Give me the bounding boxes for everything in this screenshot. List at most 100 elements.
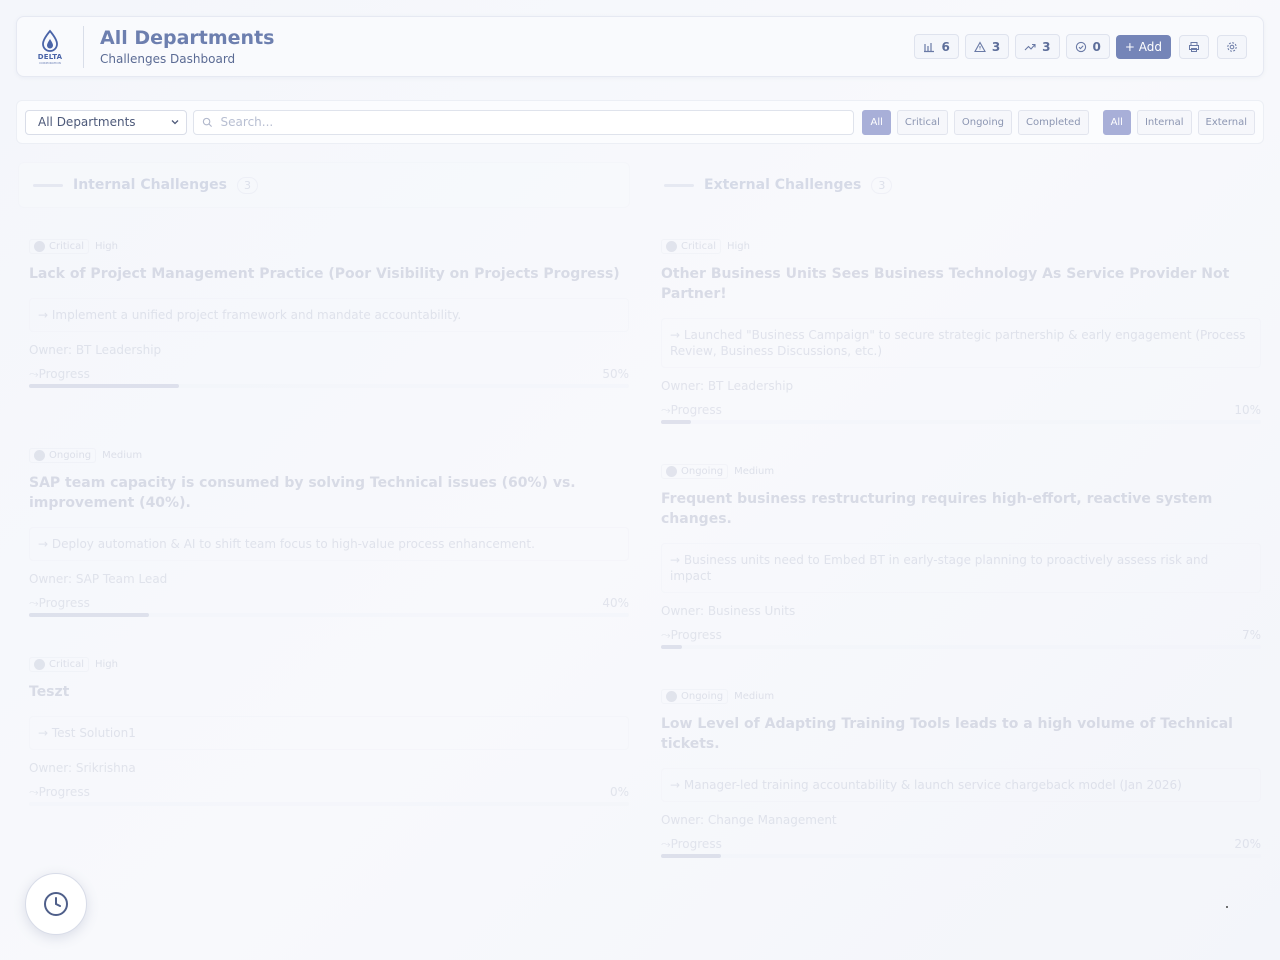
card-meta: Critical High — [29, 654, 629, 674]
card-meta: Ongoing Medium — [661, 686, 1261, 706]
column-accent-bar — [664, 183, 694, 187]
progress-value: 50% — [602, 367, 629, 381]
card-owner: Owner: Change Management — [661, 813, 837, 827]
progress-fill — [29, 384, 179, 388]
card-progress-row: ⤳Progress 20% — [661, 836, 1261, 852]
column-accent-bar — [33, 183, 63, 187]
card-meta: Critical High — [29, 236, 629, 256]
print-button[interactable] — [1179, 34, 1209, 59]
type-chip-all[interactable]: All — [1102, 109, 1131, 135]
status-dot-icon — [666, 240, 677, 252]
card-owner: Owner: Business Units — [661, 604, 796, 618]
stat-total[interactable]: 6 — [914, 34, 959, 59]
stat-total-value: 6 — [941, 39, 950, 54]
status-badge: Ongoing — [661, 688, 729, 704]
status-label: Critical — [49, 240, 84, 252]
department-select[interactable]: All Departments — [25, 109, 187, 135]
progress-value: 7% — [1241, 628, 1261, 642]
search-input[interactable]: Search... — [192, 109, 855, 135]
progress-label: ⤳Progress — [29, 785, 90, 799]
stat-ongoing[interactable]: 3 — [1015, 34, 1060, 59]
status-chip-critical[interactable]: Critical — [896, 109, 948, 135]
header-divider — [83, 25, 84, 68]
bar-chart-icon — [924, 42, 935, 52]
card-solution: → Test Solution1 — [29, 716, 629, 750]
header-actions: 6 3 3 0 + Add — [914, 34, 1247, 59]
status-label: Ongoing — [681, 690, 724, 702]
card-progress-row: ⤳Progress 50% — [29, 366, 629, 382]
cursor-dot — [1226, 906, 1228, 908]
search-icon — [202, 117, 212, 127]
progress-fill — [661, 854, 721, 858]
history-button[interactable] — [25, 873, 87, 935]
card-solution: → Launched "Business Campaign" to secure… — [661, 318, 1261, 368]
card-title: Teszt — [29, 684, 70, 700]
challenge-card[interactable]: Critical High Lack of Project Management … — [29, 236, 629, 388]
card-meta: Ongoing Medium — [661, 461, 1261, 481]
progress-track — [661, 854, 1261, 858]
progress-label: ⤳Progress — [29, 367, 90, 381]
printer-icon — [1189, 41, 1199, 52]
stat-critical[interactable]: 3 — [964, 34, 1010, 59]
progress-fill — [661, 420, 691, 424]
card-meta: Critical High — [661, 236, 1261, 256]
card-title: Lack of Project Management Practice (Poo… — [29, 266, 620, 282]
app-header: DELTA CORPORATION All Departments Challe… — [16, 16, 1264, 77]
type-chip-external[interactable]: External — [1197, 109, 1256, 135]
department-selected: All Departments — [38, 115, 136, 129]
card-progress-row: ⤳Progress 7% — [661, 627, 1261, 643]
progress-label: ⤳Progress — [661, 403, 722, 417]
check-circle-icon — [1075, 41, 1086, 52]
trending-up-icon — [1024, 43, 1036, 50]
challenge-card[interactable]: Ongoing Medium Low Level of Adapting Trai… — [661, 686, 1261, 858]
add-button[interactable]: + Add — [1115, 34, 1171, 59]
flame-icon — [42, 29, 58, 52]
external-column-header: External Challenges 3 — [650, 162, 1262, 208]
challenge-card[interactable]: Ongoing Medium Frequent business restruct… — [661, 461, 1261, 649]
challenge-card[interactable]: Critical High Teszt → Test Solution1 Owne… — [29, 654, 629, 806]
progress-value: 0% — [609, 785, 629, 799]
filter-bar: All Departments Search... All Critical O… — [16, 100, 1264, 144]
progress-label: ⤳Progress — [661, 837, 722, 851]
card-owner: Owner: SAP Team Lead — [29, 572, 168, 586]
priority-label: High — [94, 240, 118, 252]
status-chip-ongoing[interactable]: Ongoing — [953, 109, 1013, 135]
card-solution: → Manager-led training accountability & … — [661, 768, 1261, 802]
card-owner: Owner: BT Leadership — [29, 343, 162, 357]
page-title: All Departments — [100, 26, 275, 49]
progress-track — [661, 420, 1261, 424]
challenge-card[interactable]: Ongoing Medium SAP team capacity is consu… — [29, 445, 629, 617]
status-dot-icon — [34, 449, 45, 461]
progress-value: 10% — [1234, 403, 1261, 417]
card-owner: Owner: BT Leadership — [661, 379, 794, 393]
search-placeholder: Search... — [220, 115, 274, 129]
progress-fill — [29, 613, 149, 617]
clock-icon — [44, 892, 68, 916]
progress-value: 20% — [1234, 837, 1261, 851]
card-title: SAP team capacity is consumed by solving… — [29, 475, 576, 511]
logo-brand: DELTA — [37, 52, 63, 61]
alert-triangle-icon — [973, 40, 986, 52]
settings-button[interactable] — [1217, 34, 1247, 59]
status-dot-icon — [34, 240, 45, 252]
status-label: Ongoing — [49, 449, 92, 461]
progress-fill — [661, 645, 682, 649]
stat-completed[interactable]: 0 — [1065, 34, 1110, 59]
status-badge: Critical — [661, 238, 721, 254]
type-chip-internal[interactable]: Internal — [1136, 109, 1192, 135]
progress-label: ⤳Progress — [29, 596, 90, 610]
internal-column-header: Internal Challenges 3 — [18, 162, 630, 208]
internal-column-count: 3 — [236, 176, 258, 194]
stat-ongoing-value: 3 — [1042, 39, 1051, 54]
status-chip-completed[interactable]: Completed — [1018, 109, 1089, 135]
external-column-count: 3 — [871, 176, 893, 194]
status-chip-all[interactable]: All — [862, 109, 891, 135]
card-solution: → Implement a unified project framework … — [29, 298, 629, 332]
priority-label: Medium — [734, 690, 775, 702]
internal-column-title: Internal Challenges — [73, 177, 227, 193]
challenge-card[interactable]: Critical High Other Business Units Sees B… — [661, 236, 1261, 424]
status-dot-icon — [34, 658, 45, 670]
status-dot-icon — [666, 690, 677, 702]
card-solution: → Business units need to Embed BT in ear… — [661, 543, 1261, 593]
page-subtitle: Challenges Dashboard — [100, 51, 236, 66]
